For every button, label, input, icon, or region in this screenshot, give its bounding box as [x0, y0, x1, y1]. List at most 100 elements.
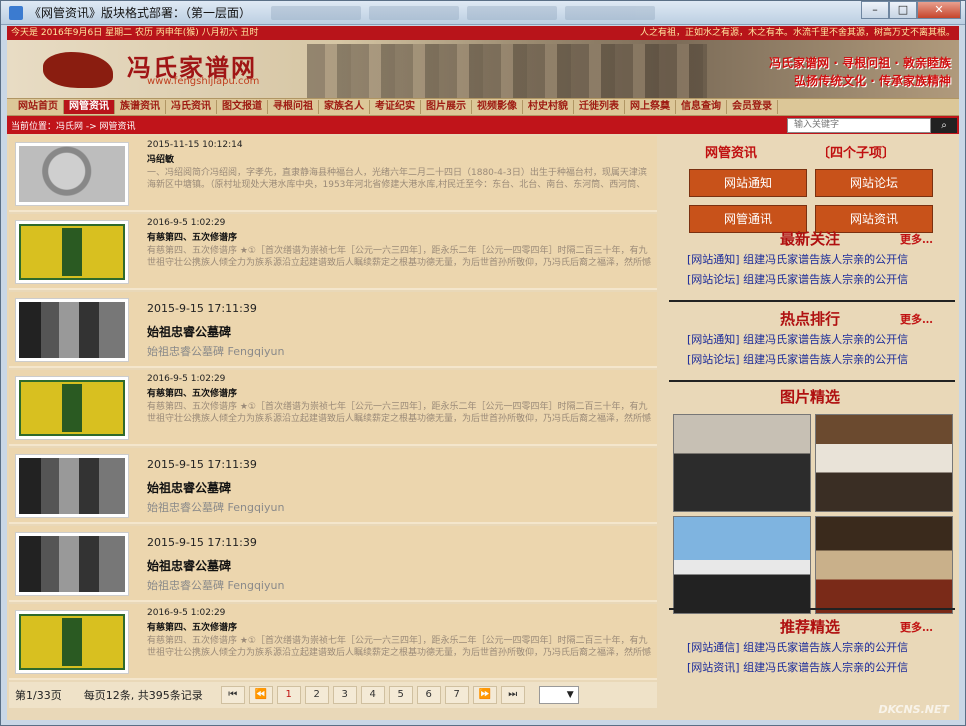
photo-thumbnail[interactable]	[673, 414, 811, 512]
article-thumbnail[interactable]	[15, 610, 129, 674]
page-4-button[interactable]: 4	[360, 686, 385, 704]
nav-research[interactable]: 考证纪实	[370, 100, 421, 114]
nav-photo-reports[interactable]: 图文报道	[217, 100, 268, 114]
minimize-button[interactable]: –	[861, 1, 889, 19]
banner-photo	[307, 44, 707, 98]
page-5-button[interactable]: 5	[388, 686, 413, 704]
page-1-button[interactable]: 1	[276, 686, 301, 704]
article-thumbnail[interactable]	[15, 454, 129, 518]
tile-site-forum[interactable]: 网站论坛	[815, 169, 933, 197]
photo-thumbnail[interactable]	[815, 414, 953, 512]
banner-slogan-2: 弘扬传统文化 · 传承家族精神	[794, 74, 951, 88]
nav-gallery[interactable]: 图片展示	[421, 100, 472, 114]
maximize-button[interactable]: □	[889, 1, 917, 19]
nav-village[interactable]: 村史村貌	[523, 100, 574, 114]
nav-video[interactable]: 视频影像	[472, 100, 523, 114]
nav-celebrities[interactable]: 家族名人	[319, 100, 370, 114]
list-item[interactable]: [网站通知] 组建冯氏家谱告族人宗亲的公开信	[665, 330, 955, 350]
article-thumbnail[interactable]	[15, 142, 129, 206]
article-thumbnail[interactable]	[15, 220, 129, 284]
list-item[interactable]: 2016-9-5 1:02:29 有慈第四、五次修谱序 有慈第四、五次修谱序 ★…	[9, 370, 657, 446]
nav-feng-news[interactable]: 冯氏资讯	[166, 100, 217, 114]
more-link[interactable]: 更多…	[900, 231, 933, 247]
more-link[interactable]: 更多…	[900, 311, 933, 327]
article-summary: 始祖忠睿公墓碑 Fengqiyun	[147, 580, 285, 592]
list-item[interactable]: [网站论坛] 组建冯氏家谱告族人宗亲的公开信	[665, 270, 955, 290]
banner-slogan-1: 冯氏家谱网 · 寻根问祖 · 敦亲睦族	[769, 56, 951, 70]
list-item[interactable]: 2016-9-5 1:02:29 有慈第四、五次修谱序 有慈第四、五次修谱序 ★…	[9, 214, 657, 290]
page-6-button[interactable]: 6	[416, 686, 441, 704]
page-3-button[interactable]: 3	[332, 686, 357, 704]
nav-admin-news[interactable]: 网管资讯	[64, 100, 115, 114]
tile-site-notice[interactable]: 网站通知	[689, 169, 807, 197]
breadcrumb: 当前位置：冯氏网 -> 网管资讯	[11, 121, 136, 132]
nav-migration[interactable]: 迁徙列表	[574, 100, 625, 114]
hot-section: 热点排行 更多… [网站通知] 组建冯氏家谱告族人宗亲的公开信 [网站论坛] 组建…	[665, 308, 955, 370]
article-title[interactable]: 始祖忠睿公墓碑	[147, 479, 651, 496]
article-title[interactable]: 有慈第四、五次修谱序	[147, 620, 651, 633]
article-title[interactable]: 有慈第四、五次修谱序	[147, 230, 651, 243]
nav-login[interactable]: 会员登录	[727, 100, 778, 114]
photos-section: 图片精选	[665, 386, 955, 614]
tab[interactable]	[369, 5, 460, 20]
section-title: 推荐精选	[779, 618, 840, 636]
browser-window: 《网管资讯》版块格式部署：（第一层面） – □ ✕ 今天是 2016年9月6日 …	[0, 0, 966, 726]
first-page-button[interactable]: ⏮	[220, 686, 245, 704]
last-page-button[interactable]: ⏭	[500, 686, 525, 704]
page-info: 第1/33页	[15, 689, 62, 702]
article-title[interactable]: 冯绍敏	[147, 152, 651, 165]
sidebar-subtitle: 〔四个子项〕	[817, 146, 896, 161]
main-nav: 网站首页 网管资讯 族谱资讯 冯氏资讯 图文报道 寻根问祖 家族名人 考证纪实 …	[7, 98, 959, 116]
list-item[interactable]: [网站通知] 组建冯氏家谱告族人宗亲的公开信	[665, 250, 955, 270]
list-item[interactable]: 2015-9-15 17:11:39 始祖忠睿公墓碑 始祖忠睿公墓碑 Fengq…	[9, 526, 657, 602]
section-title: 最新关注	[779, 230, 840, 248]
list-item[interactable]: [网站资讯] 组建冯氏家谱告族人宗亲的公开信	[665, 658, 955, 678]
article-summary: 始祖忠睿公墓碑 Fengqiyun	[147, 502, 285, 514]
list-item[interactable]: [网站论坛] 组建冯氏家谱告族人宗亲的公开信	[665, 350, 955, 370]
more-link[interactable]: 更多…	[900, 619, 933, 635]
page-2-button[interactable]: 2	[304, 686, 329, 704]
divider	[669, 380, 955, 382]
record-summary: 每页12条, 共395条记录	[83, 689, 203, 702]
list-item[interactable]: 2015-11-15 10:12:14 冯绍敏 一、冯绍阅简介冯绍阅，字孝先，直…	[9, 136, 657, 212]
next-page-button[interactable]: ⏩	[472, 686, 497, 704]
nav-memorial[interactable]: 网上祭奠	[625, 100, 676, 114]
article-title[interactable]: 有慈第四、五次修谱序	[147, 386, 651, 399]
list-item[interactable]: [网站通信] 组建冯氏家谱告族人宗亲的公开信	[665, 638, 955, 658]
nav-roots[interactable]: 寻根问祖	[268, 100, 319, 114]
article-thumbnail[interactable]	[15, 532, 129, 596]
nav-home[interactable]: 网站首页	[13, 100, 64, 114]
divider	[669, 300, 955, 302]
nav-genealogy-news[interactable]: 族谱资讯	[115, 100, 166, 114]
article-date: 2016-9-5 1:02:29	[147, 374, 226, 384]
article-title[interactable]: 始祖忠睿公墓碑	[147, 323, 651, 340]
article-title[interactable]: 始祖忠睿公墓碑	[147, 557, 651, 574]
main-area: 2015-11-15 10:12:14 冯绍敏 一、冯绍阅简介冯绍阅，字孝先，直…	[7, 136, 959, 720]
tab[interactable]	[565, 5, 656, 20]
section-title: 热点排行	[779, 310, 840, 328]
photo-thumbnail[interactable]	[673, 516, 811, 614]
article-date: 2015-9-15 17:11:39	[147, 458, 257, 471]
page-select-dropdown[interactable]: ▼	[538, 686, 579, 704]
close-button[interactable]: ✕	[917, 1, 961, 19]
tab[interactable]	[467, 5, 558, 20]
tab[interactable]	[271, 5, 362, 20]
article-thumbnail[interactable]	[15, 298, 129, 362]
page-7-button[interactable]: 7	[444, 686, 469, 704]
marquee-left: 今天是 2016年9月6日 星期二 农历 丙申年(猴) 八月初六 丑时	[11, 28, 259, 38]
list-item[interactable]: 2015-9-15 17:11:39 始祖忠睿公墓碑 始祖忠睿公墓碑 Fengq…	[9, 448, 657, 524]
watermark: DKCNS.NET	[878, 703, 949, 716]
search-input[interactable]	[787, 117, 931, 133]
article-thumbnail[interactable]	[15, 376, 129, 440]
list-item[interactable]: 2015-9-15 17:11:39 始祖忠睿公墓碑 始祖忠睿公墓碑 Fengq…	[9, 292, 657, 368]
list-item[interactable]: 2016-9-5 1:02:29 有慈第四、五次修谱序 有慈第四、五次修谱序 ★…	[9, 604, 657, 680]
nav-query[interactable]: 信息查询	[676, 100, 727, 114]
pagination: 第1/33页 每页12条, 共395条记录 ⏮ ⏪ 1 2 3 4 5 6 7 …	[9, 682, 657, 708]
recommend-section: 推荐精选 更多… [网站通信] 组建冯氏家谱告族人宗亲的公开信 [网站资讯] 组建…	[665, 616, 955, 678]
article-summary: 有慈第四、五次修谱序 ★①［首次缮谱为崇祯七年［公元一六三四年］，距永乐二年［公…	[147, 246, 651, 268]
search-icon[interactable]: ⌕	[931, 117, 957, 133]
prev-page-button[interactable]: ⏪	[248, 686, 273, 704]
article-summary: 一、冯绍阅简介冯绍阅，字孝先，直隶静海县种福台人，光绪六年二月二十四日（1880…	[147, 168, 647, 190]
photo-thumbnail[interactable]	[815, 516, 953, 614]
date-marquee: 今天是 2016年9月6日 星期二 农历 丙申年(猴) 八月初六 丑时 人之有祖…	[7, 26, 959, 40]
